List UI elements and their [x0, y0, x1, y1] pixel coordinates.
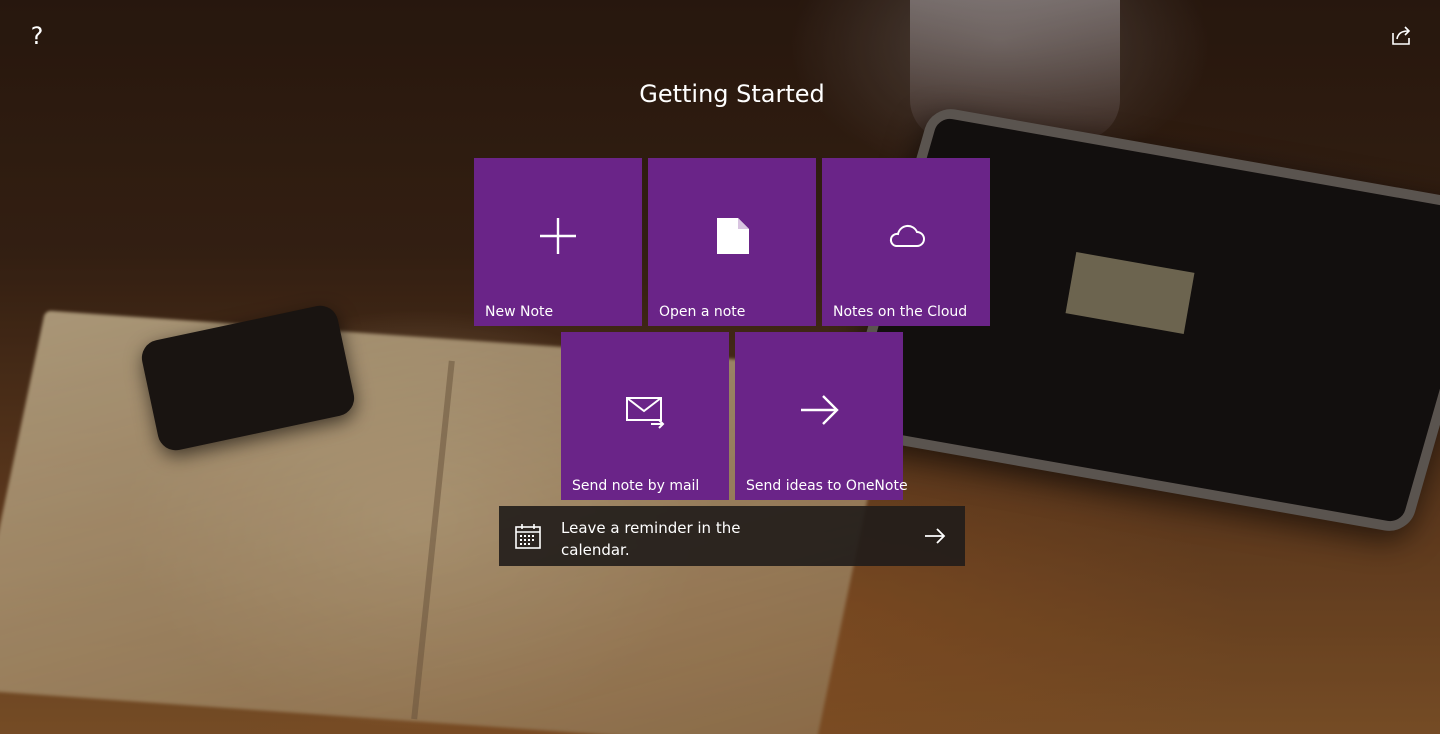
send-note-by-mail-tile[interactable]: Send note by mail: [561, 332, 729, 500]
question-mark-icon[interactable]: ?: [26, 22, 48, 50]
open-note-tile[interactable]: Open a note: [648, 158, 816, 326]
tile-label: Notes on the Cloud: [833, 304, 968, 320]
share-icon[interactable]: [1390, 24, 1414, 48]
tile-label: Send note by mail: [572, 478, 700, 494]
tile-label: Send ideas to OneNote: [746, 478, 908, 494]
send-ideas-to-onenote-tile[interactable]: Send ideas to OneNote: [735, 332, 908, 500]
reminder-bar[interactable]: Leave a reminder in the calendar.: [499, 506, 965, 566]
arrow-right-icon: [799, 390, 839, 430]
tile-label: New Note: [485, 304, 554, 320]
getting-started-screen: ? Getting Started New Note Open a note N…: [0, 0, 1440, 734]
reminder-text: Leave a reminder in the calendar.: [561, 519, 741, 559]
document-icon: [712, 216, 752, 256]
cloud-icon: [886, 216, 926, 256]
notes-on-cloud-tile[interactable]: Notes on the Cloud: [822, 158, 990, 326]
calendar-icon: [515, 523, 541, 549]
tile-label: Open a note: [659, 304, 746, 320]
arrow-right-icon[interactable]: [923, 524, 947, 548]
plus-icon: [538, 216, 578, 256]
page-title: Getting Started: [639, 80, 825, 108]
mail-send-icon: [625, 390, 665, 430]
new-note-tile[interactable]: New Note: [474, 158, 642, 326]
